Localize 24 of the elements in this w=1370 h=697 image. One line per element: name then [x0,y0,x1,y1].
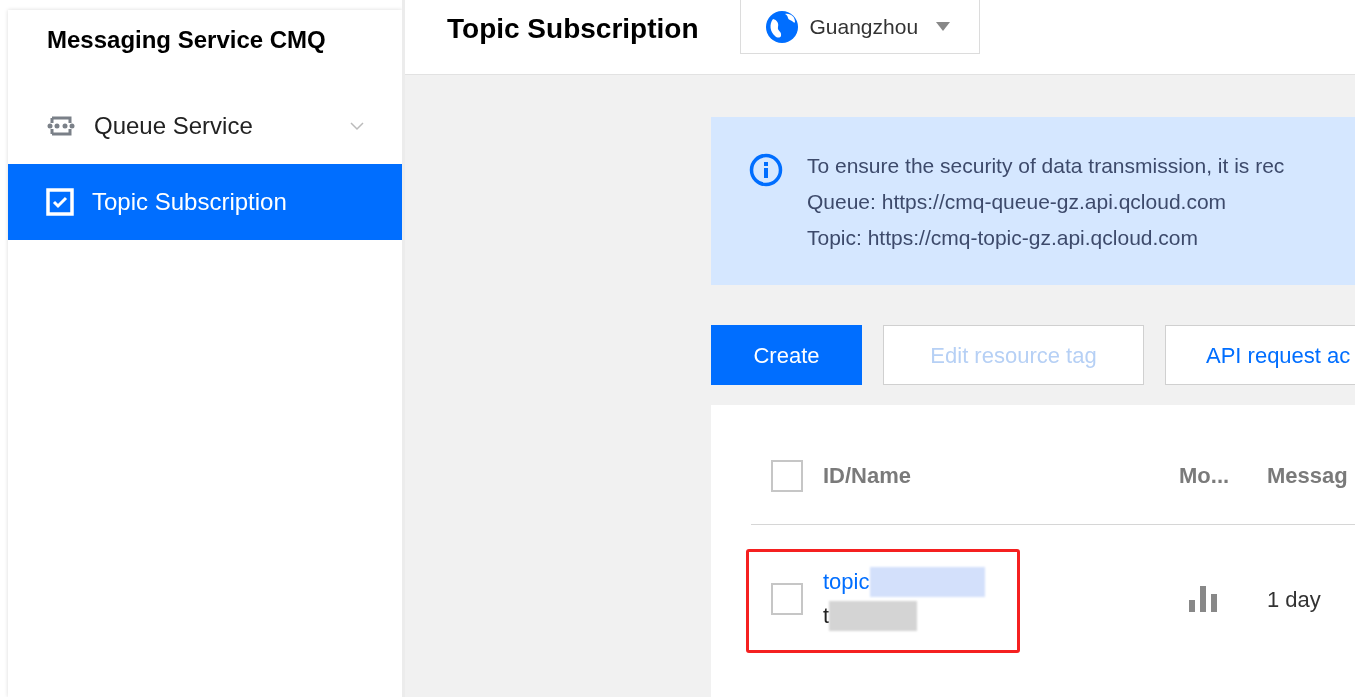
action-button[interactable]: API request ac [1165,325,1355,385]
info-icon [749,153,783,187]
chevron-icon [350,121,364,131]
notice-text: Topic: https://cmq-topic-gz.api.qcloud.com [807,225,1199,251]
column-header: ID/Name [823,462,913,490]
checkbox[interactable] [771,459,803,492]
notice-text: Queue: https://cmq-queue-gz.api.qcloud.com [807,189,1228,215]
table-cell-text: 1 day [1267,585,1321,614]
checklist-icon [46,188,74,216]
topic-link[interactable]: topic [823,565,870,599]
action-button[interactable]: Create [711,325,862,385]
sidebar-item[interactable]: Topic Subscription [8,164,402,240]
bar-chart-icon[interactable] [1189,586,1217,612]
column-header: Messag [1267,462,1348,490]
caret-icon [936,22,951,31]
sidebar-item[interactable]: Queue Service [8,88,402,164]
checkbox[interactable] [771,583,803,615]
column-header: Mo... [1179,462,1231,490]
topic-name: t [823,602,830,630]
globe-icon [765,9,800,44]
sidebar-title: Messaging Service CMQ [47,25,326,55]
region-dropdown[interactable]: Guangzhou [740,0,981,54]
page-title: Topic Subscription [447,12,699,46]
notice-text: To ensure the security of data transmission, it is rec [807,153,1285,179]
